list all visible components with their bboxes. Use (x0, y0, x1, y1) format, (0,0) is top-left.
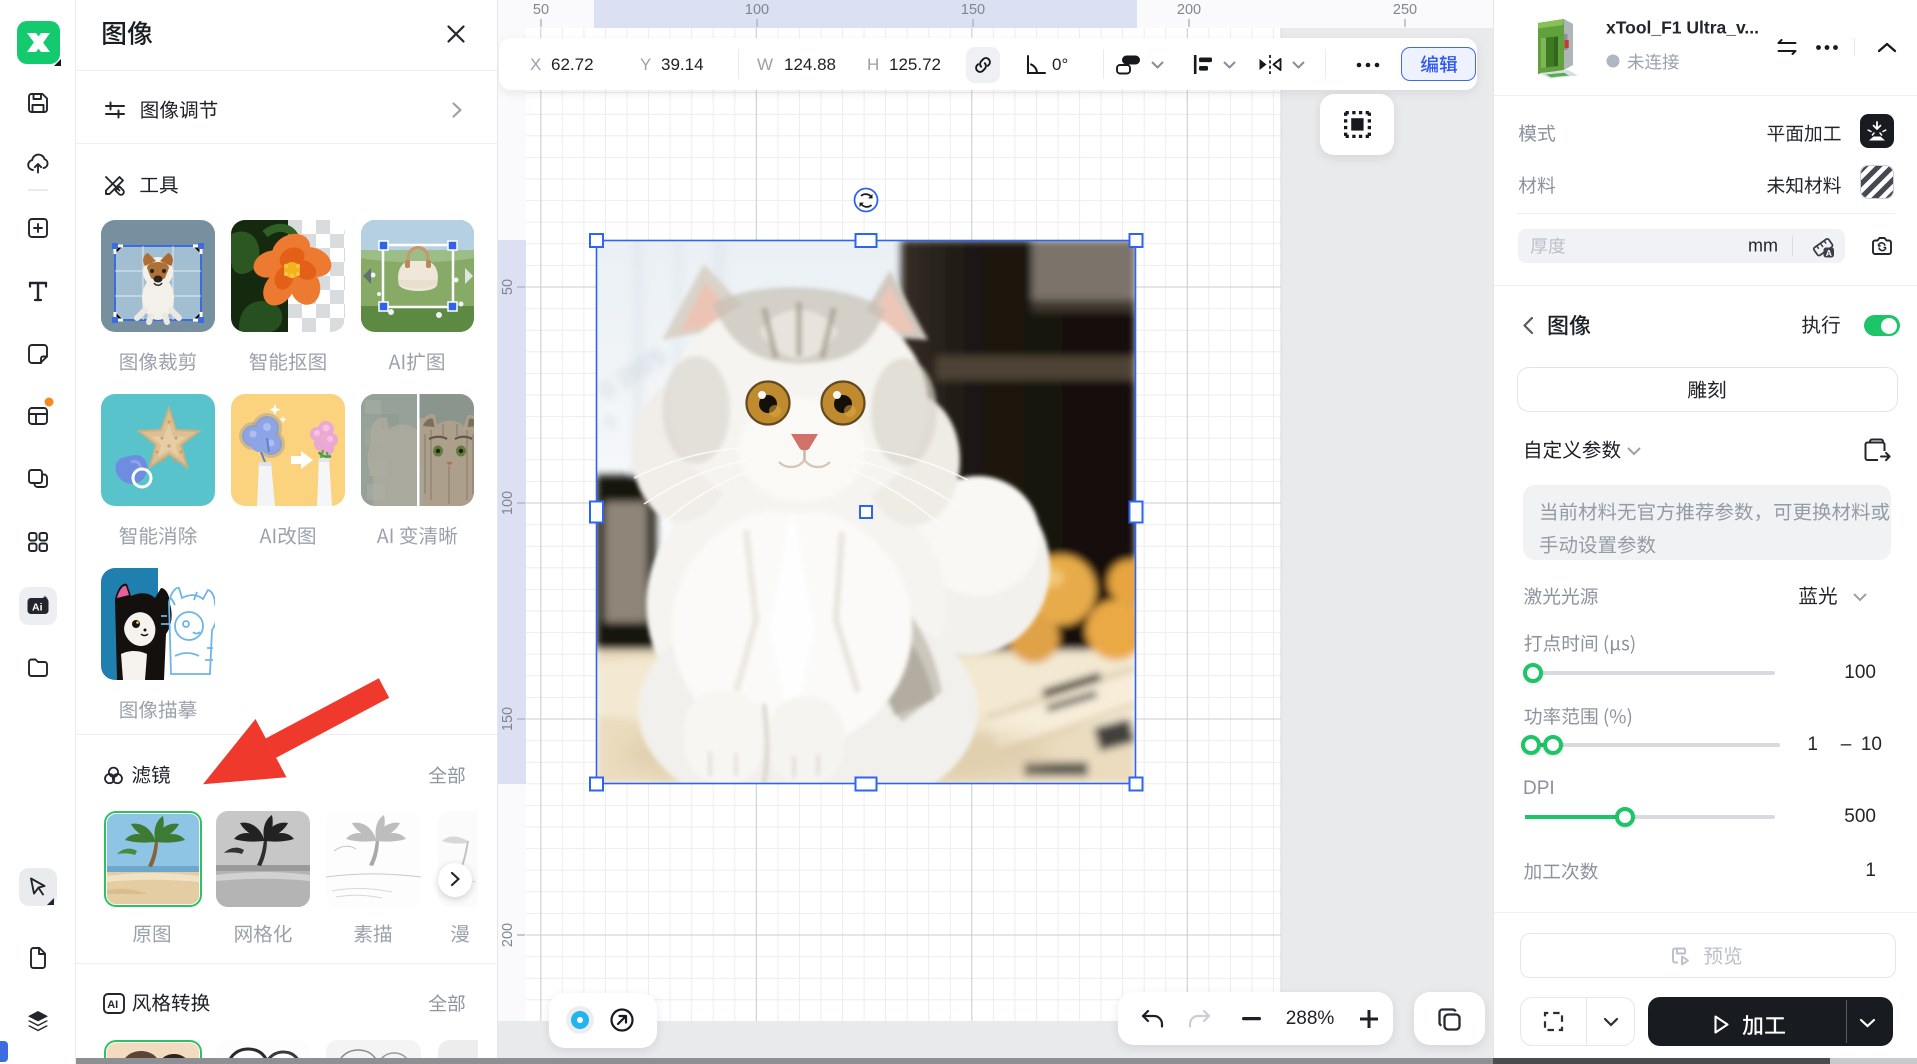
svg-text:A: A (1826, 248, 1832, 258)
svg-text:Ai: Ai (32, 602, 43, 614)
svg-text:AI: AI (107, 999, 118, 1011)
